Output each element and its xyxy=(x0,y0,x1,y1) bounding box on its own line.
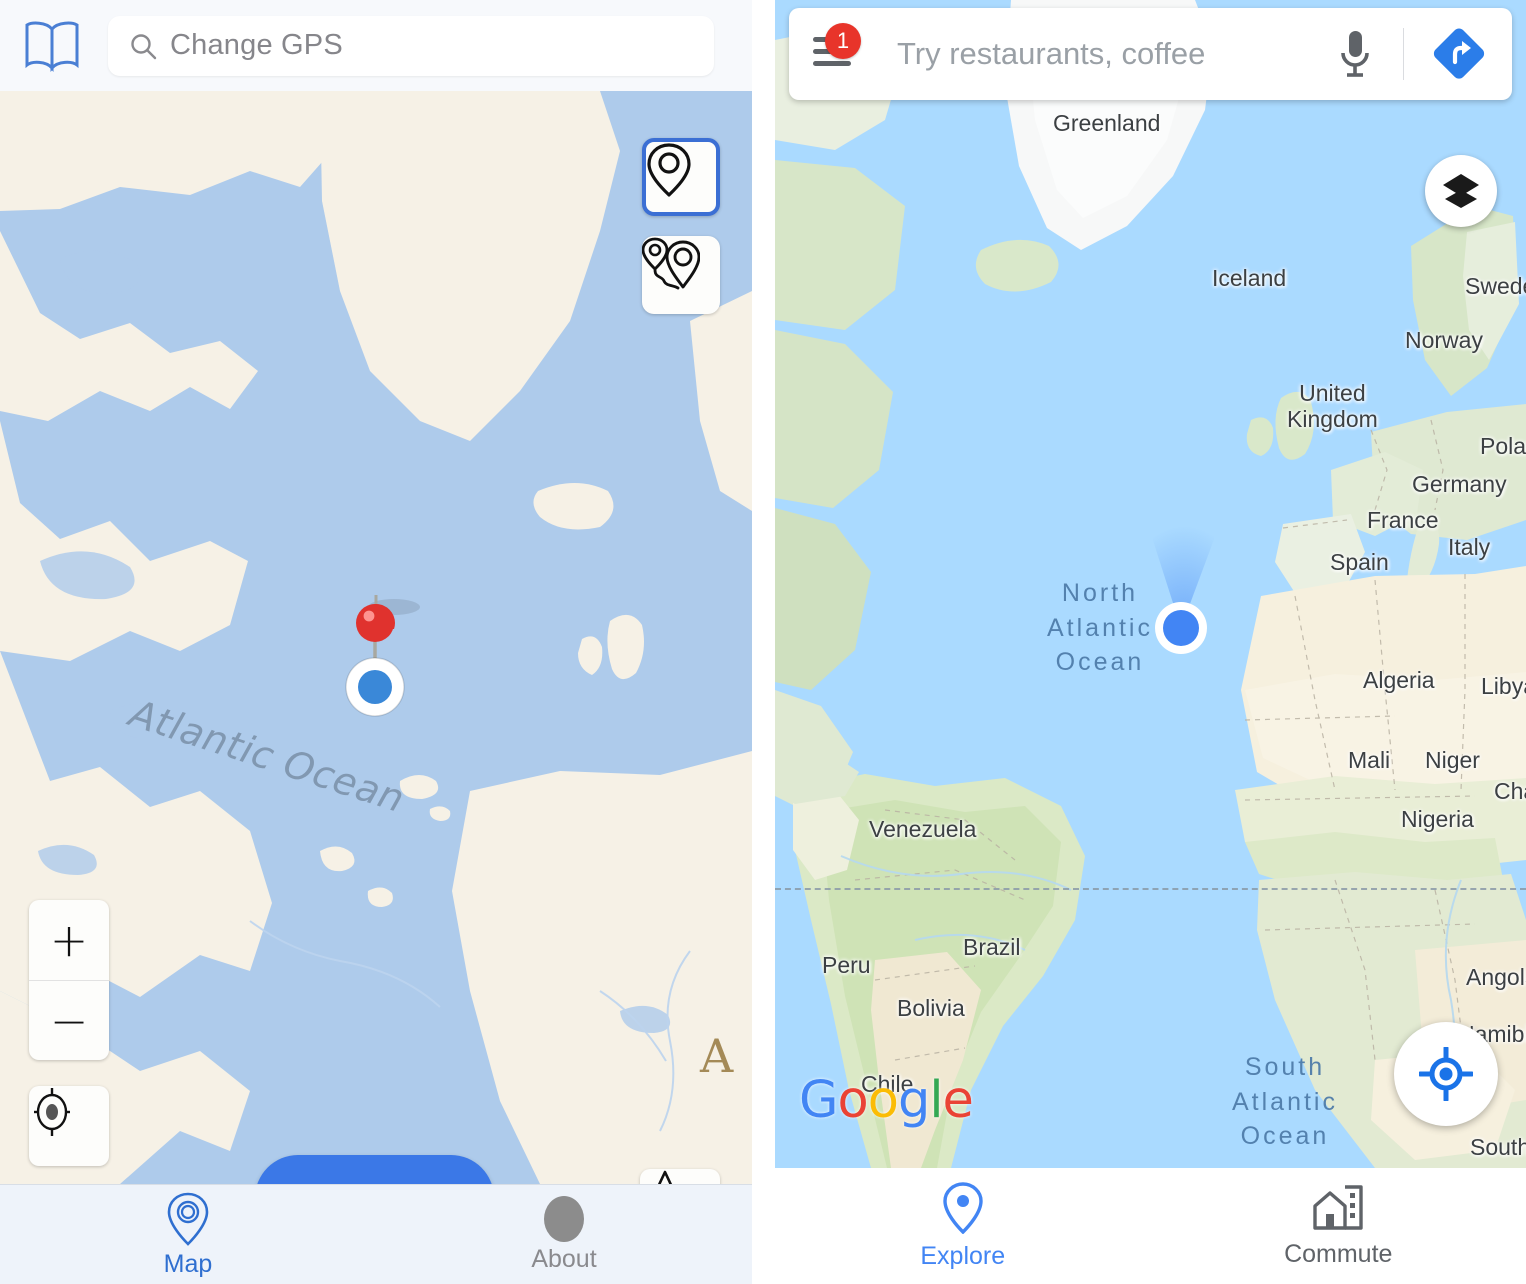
microphone-icon xyxy=(1341,31,1369,77)
tab-explore[interactable]: Explore xyxy=(775,1182,1151,1271)
google-search-placeholder: Try restaurants, coffee xyxy=(897,36,1206,71)
lock-position-button[interactable]: Lock Position xyxy=(255,1155,494,1184)
route-pins-icon xyxy=(642,237,700,290)
right-google-maps-panel: Google Greenland Iceland Sweden Norway U xyxy=(775,0,1526,1284)
blue-location-dot-icon xyxy=(345,604,405,717)
search-icon xyxy=(128,31,158,61)
menu-button[interactable]: 1 xyxy=(811,23,863,77)
sidebar-item-about[interactable]: About xyxy=(376,1185,752,1284)
dual-map-screenshot: Change GPS Atlantic Ocean A + − Map Abou… xyxy=(0,0,1526,1284)
directions-button[interactable] xyxy=(1428,23,1490,85)
google-logo: Google xyxy=(799,1071,974,1130)
search-input-placeholder: Change GPS xyxy=(170,29,343,61)
locate-me-button[interactable] xyxy=(29,1086,109,1166)
google-tab-bar: Explore Commute xyxy=(775,1168,1526,1284)
tab-label-map: Map xyxy=(163,1249,213,1278)
about-circle-icon xyxy=(544,1195,584,1242)
map-pin-icon xyxy=(167,1192,209,1246)
left-map-canvas[interactable]: Atlantic Ocean A + − xyxy=(0,91,752,1184)
notification-badge: 1 xyxy=(825,23,861,59)
logo-letter: o xyxy=(837,1071,869,1130)
change-gps-search-field[interactable]: Change GPS xyxy=(108,15,714,76)
compass-target-icon xyxy=(34,1088,70,1136)
logo-letter: e xyxy=(942,1071,973,1130)
ocean-label-south-atlantic: South Atlantic Ocean xyxy=(1232,1053,1338,1150)
logo-letter: g xyxy=(897,1071,930,1130)
book-icon[interactable] xyxy=(20,18,84,74)
zoom-in-symbol: + xyxy=(49,913,89,967)
logo-letter: G xyxy=(799,1071,839,1130)
google-map-canvas[interactable]: Google Greenland Iceland Sweden Norway U xyxy=(775,0,1526,1168)
left-app-header: Change GPS xyxy=(0,0,752,91)
zoom-controls: + − xyxy=(29,900,109,1060)
tab-commute[interactable]: Commute xyxy=(1151,1182,1526,1269)
voice-search-button[interactable] xyxy=(1331,26,1379,82)
ocean-label-north-atlantic: North Atlantic Ocean xyxy=(1047,579,1153,676)
commute-building-icon xyxy=(1313,1185,1363,1230)
left-continent-letter: A xyxy=(700,1029,734,1083)
left-gps-app-panel: Change GPS Atlantic Ocean A + − Map Abou… xyxy=(0,0,752,1284)
zoom-in-button[interactable]: + xyxy=(29,900,109,980)
google-search-bar[interactable]: 1 Try restaurants, coffee xyxy=(789,8,1512,100)
sidebar-item-map[interactable]: Map xyxy=(0,1185,376,1284)
route-pins-mode-button[interactable] xyxy=(642,236,720,314)
directions-icon xyxy=(1433,28,1485,79)
star-icon xyxy=(657,1170,673,1184)
explore-pin-icon xyxy=(943,1182,983,1234)
single-pin-icon xyxy=(647,143,691,197)
zoom-out-symbol: − xyxy=(49,993,89,1048)
logo-letter: l xyxy=(929,1071,943,1130)
favorite-button[interactable] xyxy=(640,1169,720,1184)
single-pin-mode-button[interactable] xyxy=(642,138,720,216)
equator-line xyxy=(775,888,1526,890)
layers-icon xyxy=(1443,174,1479,208)
map-layers-button[interactable] xyxy=(1425,155,1497,227)
tab-label-explore: Explore xyxy=(920,1242,1006,1270)
zoom-out-button[interactable]: − xyxy=(29,980,109,1060)
tab-label-about: About xyxy=(531,1244,597,1273)
my-location-button[interactable] xyxy=(1394,1022,1498,1126)
tab-label-commute: Commute xyxy=(1284,1240,1393,1268)
search-divider xyxy=(1403,28,1404,80)
my-location-icon xyxy=(1419,1047,1473,1101)
left-tab-bar: Map About xyxy=(0,1184,752,1284)
logo-letter: o xyxy=(867,1071,899,1130)
